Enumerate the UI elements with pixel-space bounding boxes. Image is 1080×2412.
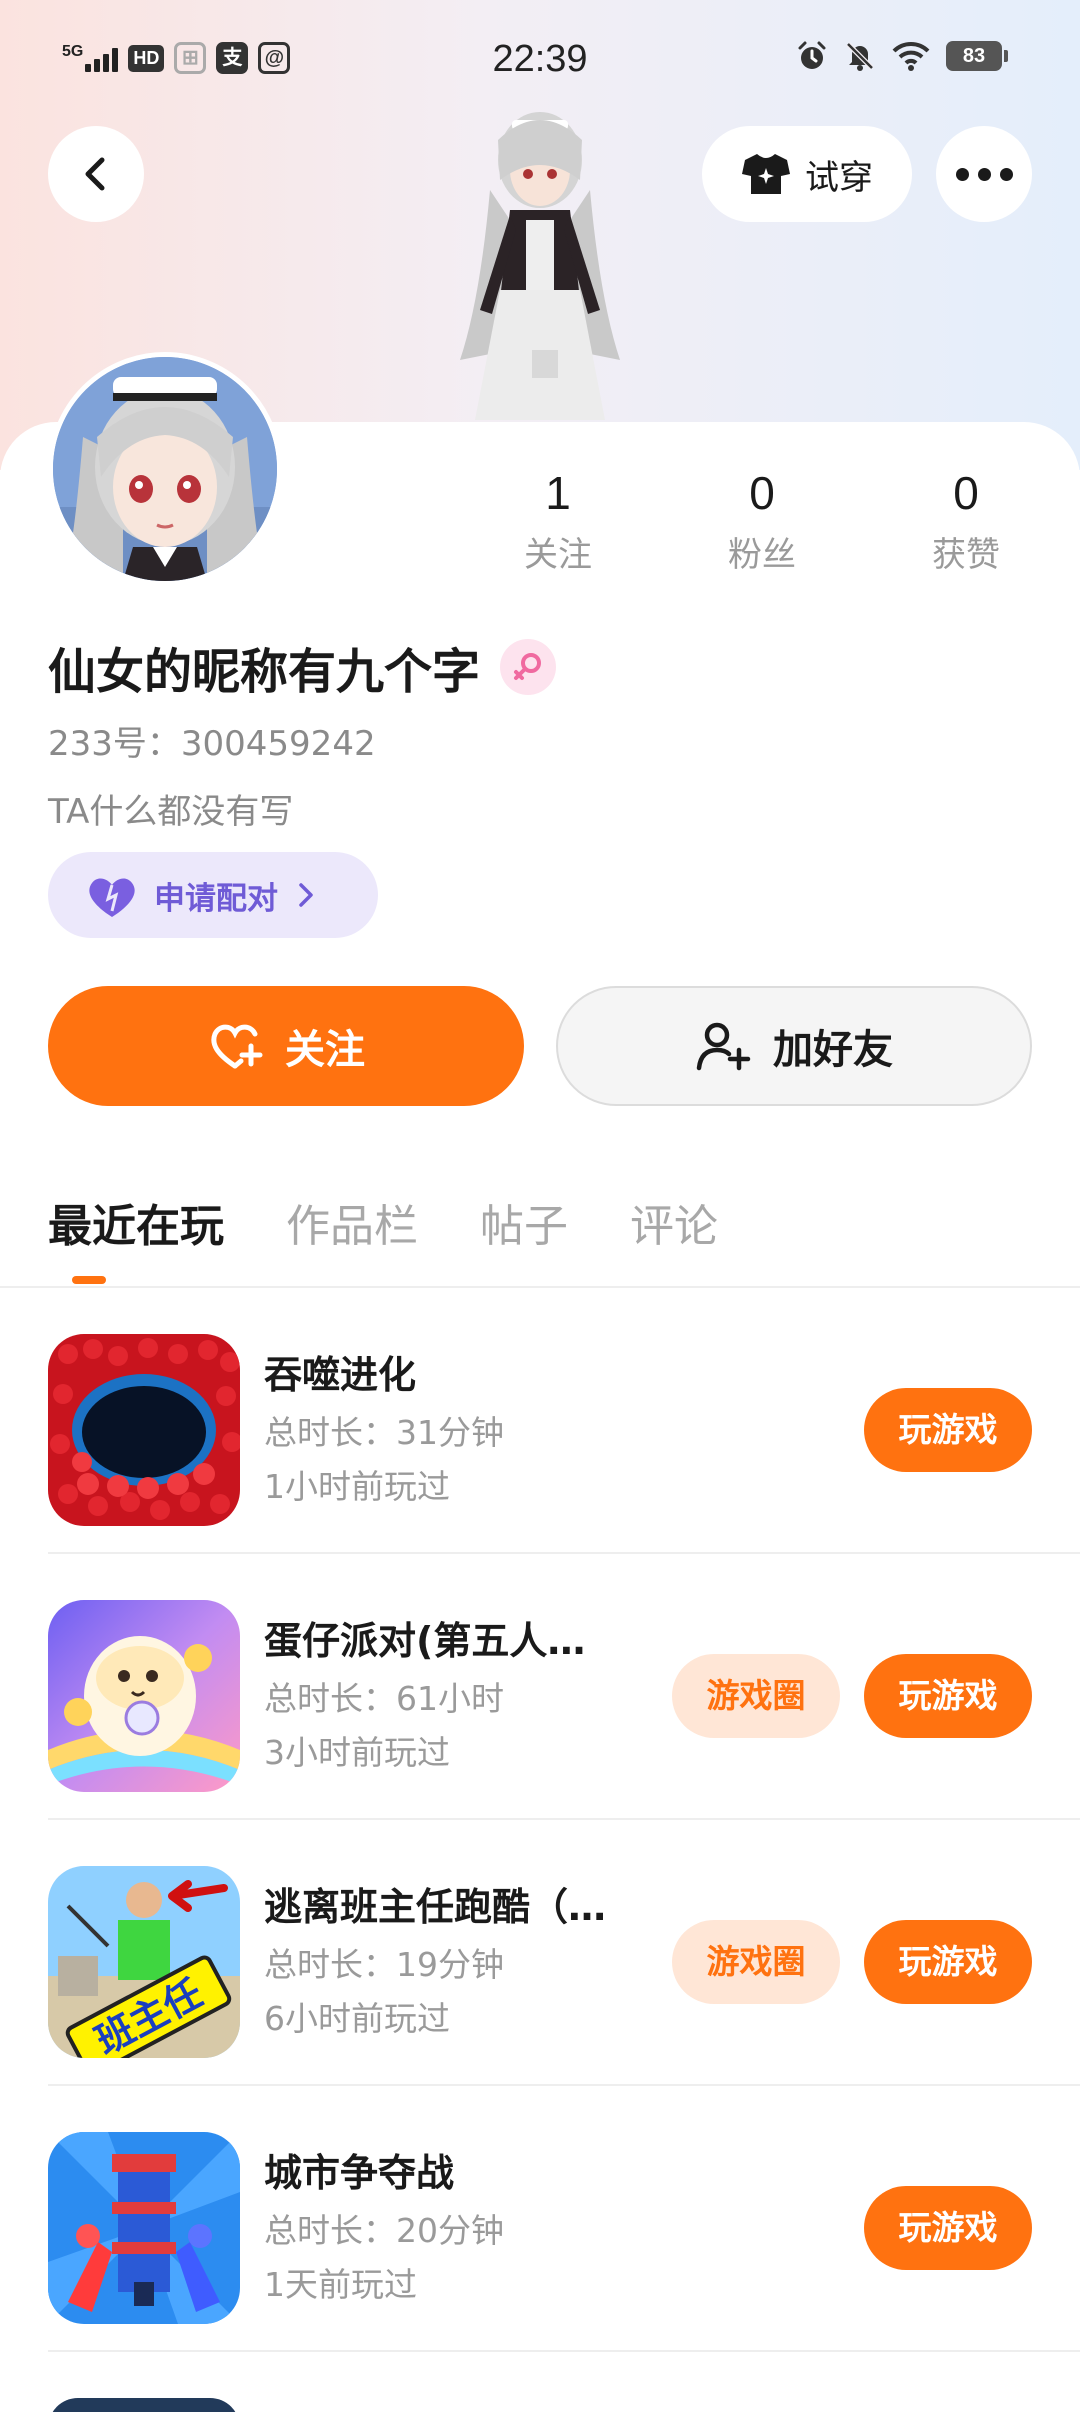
game-icon: [48, 2132, 240, 2324]
person-add-icon: [696, 1022, 751, 1071]
avatar-image: [53, 357, 277, 581]
game-name: 城市争夺战: [264, 2151, 455, 2195]
status-right: 83: [796, 40, 1008, 72]
try-on-button[interactable]: 试穿: [702, 126, 912, 222]
heart-icon: [89, 878, 135, 917]
stat-fans[interactable]: 0 粉丝: [682, 466, 842, 576]
nickname-row: 仙女的昵称有九个字: [48, 632, 557, 702]
likes-label: 获赞: [932, 535, 1000, 576]
list-item[interactable]: 吞噬进化 总时长：31分钟 1小时前玩过 玩游戏: [48, 1288, 1080, 1554]
stat-likes[interactable]: 0 获赞: [886, 466, 1046, 576]
character-figure-image: [460, 112, 620, 420]
tab-works[interactable]: 作品栏: [286, 1190, 418, 1254]
try-on-label: 试穿: [805, 157, 873, 198]
game-total-time: 总时长：61小时: [264, 1679, 504, 1718]
mute-icon: [846, 42, 874, 71]
follow-button[interactable]: 关注: [48, 986, 524, 1106]
game-icon: [48, 1334, 240, 1526]
game-circle-button[interactable]: 游戏圈: [672, 1654, 840, 1738]
tab-recently-played[interactable]: 最近在玩: [48, 1190, 224, 1254]
nickname: 仙女的昵称有九个字: [48, 644, 481, 700]
play-game-button[interactable]: 玩游戏: [864, 1654, 1032, 1738]
list-item[interactable]: 蛋仔派对(第五人… 总时长：61小时 3小时前玩过 游戏圈 玩游戏: [48, 1554, 1080, 1820]
tab-comments[interactable]: 评论: [630, 1190, 718, 1254]
avatar[interactable]: [48, 352, 282, 586]
play-game-button[interactable]: 玩游戏: [864, 1388, 1032, 1472]
game-icon: [48, 1600, 240, 1792]
game-total-time: 总时长：31分钟: [264, 1413, 504, 1452]
game-last-played: 1天前玩过: [264, 2265, 417, 2304]
battery-indicator: 83: [946, 41, 1008, 71]
request-pair-button[interactable]: 申请配对: [48, 852, 378, 938]
gender-badge: [500, 639, 557, 695]
more-dots-icon: [955, 167, 1013, 181]
bio: TA什么都没有写: [48, 792, 294, 832]
request-pair-label: 申请配对: [154, 880, 278, 917]
game-last-played: 1小时前玩过: [264, 1467, 450, 1506]
chevron-right-icon: [299, 883, 313, 907]
game-icon: 班主任: [48, 1866, 240, 2058]
stat-following[interactable]: 1 关注: [478, 466, 638, 576]
tshirt-icon: [742, 154, 790, 194]
wifi-icon: [892, 41, 930, 71]
more-button[interactable]: [936, 126, 1032, 222]
chevron-left-icon: [85, 157, 105, 191]
user-id: 233号：300459242: [48, 724, 376, 764]
likes-count: 0: [953, 467, 979, 519]
game-total-time: 总时长：19分钟: [264, 1945, 504, 1984]
following-label: 关注: [524, 535, 592, 576]
game-name: 逃离班主任跑酷（…: [264, 1885, 607, 1929]
fans-label: 粉丝: [728, 535, 796, 576]
list-item[interactable]: 城市争夺战 总时长：20分钟 1天前玩过 玩游戏: [48, 2086, 1080, 2352]
active-tab-indicator: [72, 1276, 106, 1284]
game-circle-button[interactable]: 游戏圈: [672, 1920, 840, 2004]
follow-label: 关注: [285, 1027, 365, 1073]
female-icon: [514, 653, 542, 680]
list-item[interactable]: 班主任 逃离班主任跑酷（… 总时长：19分钟 6小时前玩过 游戏圈 玩游戏: [48, 1820, 1080, 2086]
fans-count: 0: [749, 467, 775, 519]
row-divider: [48, 2350, 1080, 2352]
play-game-button[interactable]: 玩游戏: [864, 2186, 1032, 2270]
back-button[interactable]: [48, 126, 144, 222]
heart-plus-icon: [211, 1024, 263, 1069]
game-total-time: 总时长：20分钟: [264, 2211, 504, 2250]
game-name: 蛋仔派对(第五人…: [264, 1619, 586, 1663]
play-game-button[interactable]: 玩游戏: [864, 1920, 1032, 2004]
add-friend-label: 加好友: [773, 1027, 893, 1073]
next-game-icon-peek: [48, 2398, 240, 2412]
game-last-played: 3小时前玩过: [264, 1733, 450, 1772]
profile-tabs: 最近在玩 作品栏 帖子 评论: [48, 1190, 718, 1254]
add-friend-button[interactable]: 加好友: [556, 986, 1032, 1106]
alarm-icon: [798, 41, 826, 69]
tab-posts[interactable]: 帖子: [480, 1190, 568, 1254]
following-count: 1: [545, 467, 571, 519]
game-name: 吞噬进化: [264, 1353, 417, 1397]
game-last-played: 6小时前玩过: [264, 1999, 450, 2038]
